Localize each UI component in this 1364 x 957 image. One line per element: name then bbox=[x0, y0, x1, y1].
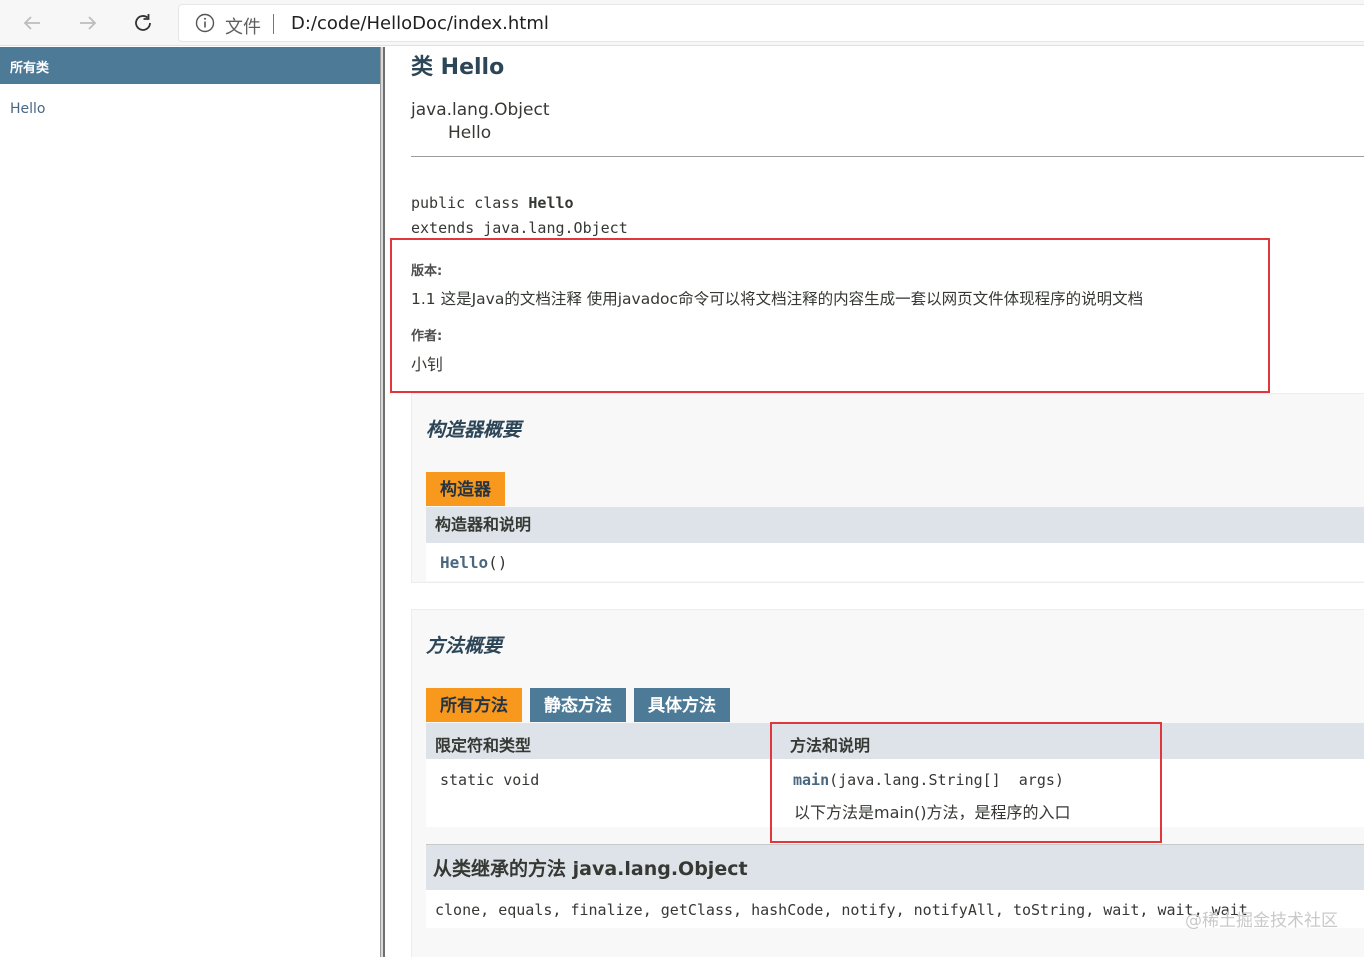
method-signature: main(java.lang.String[] args) bbox=[793, 771, 1064, 789]
inherited-methods-list: clone, equals, finalize, getClass, hashC… bbox=[435, 901, 1248, 919]
method-description: 以下方法是main()方法，是程序的入口 bbox=[794, 803, 1071, 822]
page-title: 类 Hello bbox=[411, 55, 505, 80]
reload-icon bbox=[135, 14, 151, 31]
table-row: Hello() bbox=[426, 543, 1364, 581]
info-icon[interactable] bbox=[195, 13, 215, 33]
method-table-header: 限定符和类型 方法和说明 bbox=[426, 723, 1364, 759]
browser-toolbar: 文件 D:/code/HelloDoc/index.html bbox=[0, 0, 1364, 46]
constructor-params: () bbox=[488, 553, 508, 572]
column-header-method: 方法和说明 bbox=[790, 736, 871, 755]
version-label: 版本: bbox=[411, 264, 443, 279]
constructor-column-header: 构造器和说明 bbox=[426, 507, 1364, 543]
declaration-prefix: public class bbox=[411, 194, 529, 212]
inheritance-class: Hello bbox=[448, 123, 492, 143]
forward-button[interactable] bbox=[74, 9, 102, 37]
class-link-hello[interactable]: Hello bbox=[10, 101, 46, 117]
tab-constructors[interactable]: 构造器 bbox=[426, 472, 505, 506]
reload-button[interactable] bbox=[129, 9, 157, 37]
version-value: 1.1 这是Java的文档注释 使用javadoc命令可以将文档注释的内容生成一… bbox=[411, 290, 1144, 308]
table-row: static void main(java.lang.String[] args… bbox=[426, 759, 1364, 827]
declaration-class-name: Hello bbox=[528, 194, 574, 212]
method-params: (java.lang.String[] args) bbox=[829, 771, 1064, 789]
class-extends: extends java.lang.Object bbox=[411, 219, 628, 237]
address-separator bbox=[273, 14, 274, 34]
divider bbox=[411, 156, 1364, 157]
method-summary: 方法概要 所有方法 静态方法 具体方法 限定符和类型 方法和说明 static … bbox=[411, 609, 1364, 957]
method-link-main[interactable]: main bbox=[793, 771, 829, 789]
tab-concrete-methods[interactable]: 具体方法 bbox=[634, 688, 730, 722]
author-value: 小钊 bbox=[411, 355, 444, 374]
arrow-left-icon bbox=[23, 16, 40, 30]
watermark: @稀土掘金技术社区 bbox=[1185, 911, 1338, 931]
inheritance-root: java.lang.Object bbox=[411, 100, 550, 120]
back-button[interactable] bbox=[18, 9, 46, 37]
constructor-signature: Hello() bbox=[440, 553, 507, 572]
address-bar[interactable]: 文件 D:/code/HelloDoc/index.html bbox=[178, 4, 1364, 42]
constructor-link[interactable]: Hello bbox=[440, 553, 488, 572]
all-classes-frame: 所有类 Hello bbox=[0, 47, 380, 957]
tab-static-methods[interactable]: 静态方法 bbox=[530, 688, 626, 722]
column-header-modifier: 限定符和类型 bbox=[435, 736, 532, 755]
constructor-summary: 构造器概要 构造器 构造器和说明 Hello() bbox=[411, 393, 1364, 583]
tab-all-methods[interactable]: 所有方法 bbox=[426, 688, 522, 722]
all-classes-header: 所有类 bbox=[0, 47, 380, 84]
inherited-methods-header: 从类继承的方法 java.lang.Object bbox=[426, 844, 1364, 890]
method-modifier: static void bbox=[440, 771, 540, 789]
class-content-frame: 类 Hello java.lang.Object Hello public cl… bbox=[385, 47, 1364, 957]
address-scheme-label: 文件 bbox=[225, 17, 261, 38]
author-label: 作者: bbox=[411, 329, 443, 344]
method-summary-title: 方法概要 bbox=[426, 635, 503, 657]
arrow-right-icon bbox=[80, 16, 97, 30]
class-declaration: public class Hello bbox=[411, 194, 574, 212]
address-url[interactable]: D:/code/HelloDoc/index.html bbox=[291, 13, 549, 34]
constructor-summary-title: 构造器概要 bbox=[426, 419, 522, 441]
